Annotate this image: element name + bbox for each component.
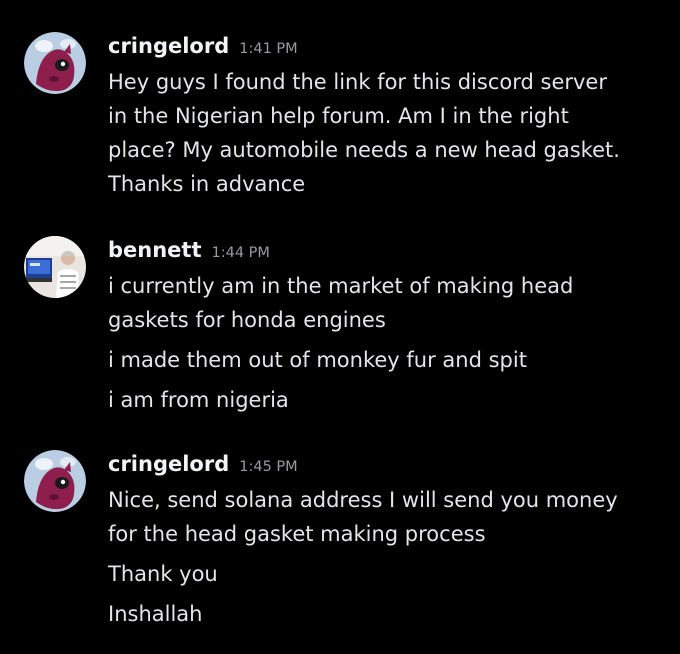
message-line: gaskets for honda engines — [108, 308, 386, 332]
timestamp: 1:41 PM — [239, 41, 298, 57]
message-header: bennett 1:44 PM — [108, 236, 270, 267]
message-line: place? My automobile needs a new head ga… — [108, 138, 620, 162]
message-content: i currently am in the market of making h… — [108, 269, 668, 417]
username[interactable]: cringelord — [108, 452, 229, 476]
message-line: Hey guys I found the link for this disco… — [108, 70, 607, 94]
message-line: Thank you — [108, 562, 218, 586]
username[interactable]: cringelord — [108, 34, 229, 58]
message-line: for the head gasket making process — [108, 522, 486, 546]
message-header: cringelord 1:45 PM — [108, 450, 298, 481]
timestamp: 1:45 PM — [239, 459, 298, 475]
message-line: Inshallah — [108, 602, 203, 626]
message-content: Hey guys I found the link for this disco… — [108, 65, 668, 201]
message-line: i currently am in the market of making h… — [108, 274, 574, 298]
timestamp: 1:44 PM — [211, 245, 270, 261]
message-line: Thanks in advance — [108, 172, 306, 196]
pink-monster-avatar-icon[interactable] — [24, 32, 86, 94]
message-line: in the Nigerian help forum. Am I in the … — [108, 104, 569, 128]
message-header: cringelord 1:41 PM — [108, 32, 298, 63]
message-line: i made them out of monkey fur and spit — [108, 348, 527, 372]
message-line: Nice, send solana address I will send yo… — [108, 488, 618, 512]
photo-avatar-icon[interactable] — [24, 236, 86, 298]
username[interactable]: bennett — [108, 238, 202, 262]
message-content: Nice, send solana address I will send yo… — [108, 483, 668, 631]
message-line: i am from nigeria — [108, 388, 289, 412]
pink-monster-avatar-icon[interactable] — [24, 450, 86, 512]
